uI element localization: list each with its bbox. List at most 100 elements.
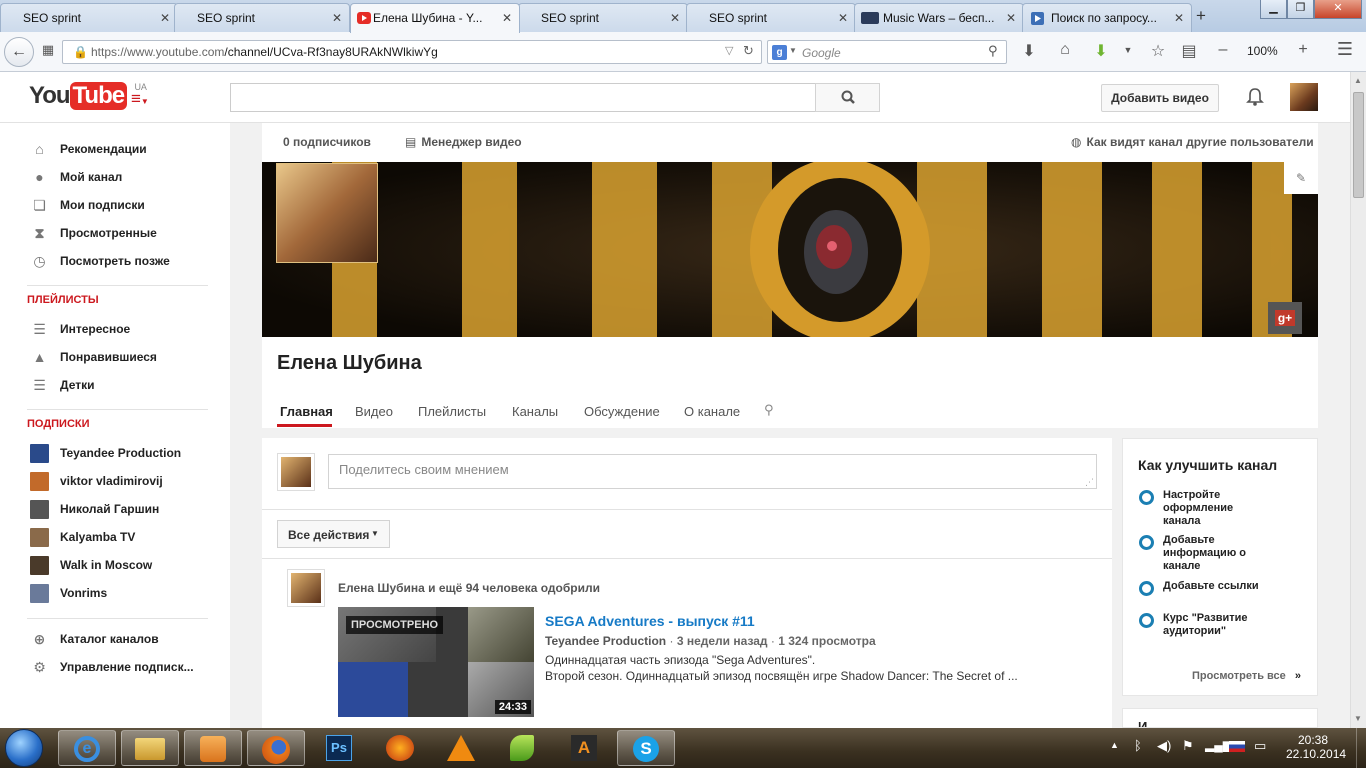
browser-tab[interactable]: SEO sprint ✕ (174, 3, 350, 32)
tab-playlists[interactable]: Плейлисты (418, 404, 486, 419)
sidebar-item-recommended[interactable]: ⌂ Рекомендации (27, 138, 146, 160)
volume-icon[interactable]: ◀) (1157, 738, 1171, 754)
google-plus-icon[interactable]: g+ (1268, 302, 1302, 334)
ie-icon[interactable]: e (58, 730, 116, 766)
guide-menu-icon[interactable]: ≡▼ (131, 89, 149, 109)
avatar[interactable] (1290, 83, 1318, 111)
sidebar-item-liked[interactable]: ▲ Понравившиеся (27, 346, 157, 368)
sidebar-item-watch-later[interactable]: ◷ Посмотреть позже (27, 250, 169, 272)
video-author-link[interactable]: Teyandee Production (545, 634, 666, 648)
tab-discussion[interactable]: Обсуждение (584, 404, 660, 419)
sidebar-item-my-channel[interactable]: ● Мой канал (27, 166, 122, 188)
close-tab-icon[interactable]: ✕ (670, 11, 680, 25)
share-opinion-input[interactable]: Поделитесь своим мнением ⋰ (328, 454, 1097, 489)
firefox-icon[interactable] (247, 730, 305, 766)
bluetooth-icon[interactable]: ᛒ (1134, 738, 1142, 753)
action-center-flag-icon[interactable]: ⚑ (1182, 738, 1194, 754)
channel-avatar[interactable] (276, 163, 378, 263)
minimize-window-button[interactable]: ▁ (1260, 0, 1287, 19)
clock[interactable]: 20:38 22.10.2014 (1286, 733, 1346, 761)
browser-tab[interactable]: SEO sprint ✕ (686, 3, 856, 32)
bookmark-star-icon[interactable]: ☆ (1147, 41, 1169, 61)
corel-icon[interactable] (493, 730, 551, 766)
tab-channels[interactable]: Каналы (512, 404, 558, 419)
view-as-link[interactable]: ◍ Как видят канал другие пользователи (1071, 135, 1314, 149)
sidebar-item-history[interactable]: ⧗ Просмотренные (27, 222, 157, 244)
subscriptions-header[interactable]: ПОДПИСКИ (27, 418, 90, 430)
skype-icon[interactable]: S (617, 730, 675, 766)
dropdown-icon[interactable]: ▼ (1117, 45, 1139, 55)
browser-tab-active[interactable]: Елена Шубина - Y... ✕ (350, 3, 520, 33)
tab-home[interactable]: Главная (280, 404, 333, 419)
close-tab-icon[interactable]: ✕ (160, 11, 170, 25)
sidebar-subscription[interactable]: Николай Гаршин (27, 498, 159, 520)
battery-icon[interactable]: ▭ (1254, 738, 1266, 754)
reload-icon[interactable]: ↻ (743, 43, 754, 59)
address-bar[interactable]: 🔒 https://www.youtube.com/channel/UCva-R… (62, 40, 762, 64)
browser-tab[interactable]: Поиск по запросу... ✕ (1022, 3, 1192, 32)
language-flag-icon[interactable] (1229, 741, 1245, 752)
notifications-bell-icon[interactable] (1245, 87, 1265, 110)
improve-item[interactable]: Настройте оформление канала (1139, 489, 1269, 528)
back-button[interactable]: ← (4, 37, 34, 67)
subscriber-count[interactable]: 0 подписчиков (283, 135, 371, 149)
home-icon[interactable]: ⌂ (1054, 41, 1076, 59)
browser-tab[interactable]: SEO sprint ✕ (518, 3, 688, 32)
zoom-out-button[interactable]: – (1212, 41, 1234, 59)
improve-item[interactable]: Добавьте ссылки (1139, 580, 1269, 596)
sidebar-item-channel-catalog[interactable]: ⊕ Каталог каналов (27, 628, 159, 650)
download-helper-icon[interactable]: ⬇ (1090, 41, 1112, 61)
video-title-link[interactable]: SEGA Adventures - выпуск #11 (545, 613, 755, 629)
sidebar-subscription[interactable]: Vonrims (27, 582, 107, 604)
edit-banner-icon[interactable]: ✎ (1284, 162, 1318, 194)
menu-icon[interactable]: ☰ (1334, 39, 1356, 60)
lightning-icon[interactable] (371, 730, 429, 766)
youtube-search-input[interactable] (230, 83, 816, 112)
explorer-icon[interactable] (121, 730, 179, 766)
zoom-in-button[interactable]: + (1292, 41, 1314, 59)
close-window-button[interactable]: ✕ (1314, 0, 1362, 19)
sidebar-subscription[interactable]: Walk in Moscow (27, 554, 152, 576)
google-icon[interactable]: g (772, 45, 787, 60)
search-icon[interactable]: ⚲ (988, 43, 998, 59)
sidebar-subscription[interactable]: Teyandee Production (27, 442, 181, 464)
scrollbar-thumb[interactable] (1353, 92, 1364, 198)
vlc-icon[interactable] (432, 730, 490, 766)
activity-filter-dropdown[interactable]: Все действия ▼ (277, 520, 390, 548)
close-tab-icon[interactable]: ✕ (1174, 11, 1184, 25)
scroll-up-icon[interactable]: ▲ (1354, 76, 1362, 85)
close-tab-icon[interactable]: ✕ (1006, 11, 1016, 25)
show-hidden-icons[interactable]: ▲ (1110, 740, 1119, 750)
activity-avatar[interactable] (287, 569, 325, 607)
close-tab-icon[interactable]: ✕ (502, 11, 512, 25)
zoom-level[interactable]: 100% (1247, 44, 1278, 58)
maximize-window-button[interactable]: ❐ (1287, 0, 1314, 19)
tab-videos[interactable]: Видео (355, 404, 393, 419)
aimp-icon[interactable]: A (555, 730, 613, 766)
sidebar-subscription[interactable]: Kalyamba TV (27, 526, 135, 548)
add-video-button[interactable]: Добавить видео (1101, 84, 1219, 112)
close-tab-icon[interactable]: ✕ (838, 11, 848, 25)
youtube-logo[interactable]: You Tube UA (29, 82, 147, 112)
see-all-link[interactable]: Просмотреть все » (1192, 670, 1301, 682)
improve-item[interactable]: Добавьте информацию о канале (1139, 534, 1269, 573)
show-desktop-button[interactable] (1356, 728, 1366, 768)
new-tab-button[interactable]: + (1196, 6, 1206, 26)
page-scrollbar[interactable]: ▲ ▼ (1350, 72, 1366, 728)
photoshop-icon[interactable]: Ps (310, 730, 368, 766)
video-thumbnail[interactable]: ПРОСМОТРЕНО 24:33 (338, 607, 534, 717)
media-player-icon[interactable] (184, 730, 242, 766)
channel-search-icon[interactable]: ⚲ (764, 402, 774, 418)
sidebar-item-playlist[interactable]: ☰ Детки (27, 374, 94, 396)
sidebar-item-playlist[interactable]: ☰ Интересное (27, 318, 130, 340)
tab-about[interactable]: О канале (684, 404, 740, 419)
history-icon[interactable]: ▦ (37, 42, 59, 58)
sidebar-subscription[interactable]: viktor vladimirovij (27, 470, 163, 492)
browser-tab[interactable]: Music Wars – бесп... ✕ (854, 3, 1024, 32)
start-orb-icon[interactable] (5, 729, 43, 767)
sidebar-item-manage-subscriptions[interactable]: ⚙ Управление подписк... (27, 656, 193, 678)
engine-dropdown-icon[interactable]: ▼ (789, 46, 797, 55)
video-manager-link[interactable]: ▤ Менеджер видео (405, 135, 522, 149)
youtube-search-button[interactable] (815, 83, 880, 112)
bookmarks-list-icon[interactable]: ▤ (1178, 41, 1200, 61)
